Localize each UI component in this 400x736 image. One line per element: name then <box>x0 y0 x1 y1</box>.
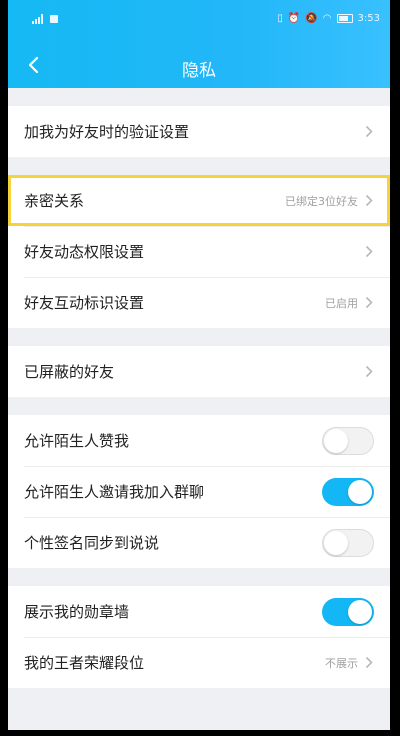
row-value: 已启用 <box>325 296 358 310</box>
status-bar: ▯ ⏰ 🔕 ◠ 3:53 <box>8 12 390 28</box>
row-label: 好友互动标识设置 <box>24 294 145 312</box>
honor-rank-row[interactable]: 我的王者荣耀段位 不展示 <box>8 637 390 688</box>
signal-icon <box>32 14 46 24</box>
verification-settings-row[interactable]: 加我为好友时的验证设置 <box>8 106 390 157</box>
chevron-right-icon <box>364 365 374 379</box>
settings-group-display: 展示我的勋章墙 我的王者荣耀段位 不展示 <box>8 586 390 688</box>
row-label: 已屏蔽的好友 <box>24 363 115 381</box>
stranger-like-toggle[interactable] <box>322 427 374 455</box>
wifi-icon: ◠ <box>322 13 332 24</box>
row-label: 亲密关系 <box>24 192 85 210</box>
row-label: 我的王者荣耀段位 <box>24 654 145 672</box>
page-title: 隐私 <box>182 61 216 81</box>
stranger-invite-toggle[interactable] <box>322 478 374 506</box>
settings-list: 加我为好友时的验证设置 亲密关系 已绑定3位好友 好友动态权限设置 好友互动标识… <box>8 88 390 688</box>
status-right: ▯ ⏰ 🔕 ◠ 3:53 <box>277 13 380 24</box>
nav-bar: 隐私 <box>8 44 390 88</box>
toggle-knob <box>324 429 348 453</box>
feed-permission-row[interactable]: 好友动态权限设置 <box>8 226 390 277</box>
sim-icon <box>50 15 58 23</box>
toggle-knob <box>348 600 372 624</box>
interaction-mark-row[interactable]: 好友互动标识设置 已启用 <box>8 277 390 328</box>
chevron-right-icon <box>364 125 374 139</box>
badge-wall-toggle[interactable] <box>322 598 374 626</box>
stranger-invite-row: 允许陌生人邀请我加入群聊 <box>8 466 390 517</box>
signature-sync-toggle[interactable] <box>322 529 374 557</box>
row-label: 加我为好友时的验证设置 <box>24 123 190 141</box>
toggle-knob <box>324 531 348 555</box>
intimate-relationship-row[interactable]: 亲密关系 已绑定3位好友 <box>8 175 390 226</box>
mute-icon: 🔕 <box>305 13 318 24</box>
status-left <box>32 14 58 24</box>
settings-group-verification: 加我为好友时的验证设置 <box>8 106 390 157</box>
row-value: 不展示 <box>325 656 358 670</box>
alarm-icon: ⏰ <box>287 13 301 24</box>
row-value: 已绑定3位好友 <box>285 194 358 208</box>
toggle-knob <box>348 480 372 504</box>
header-bar: ▯ ⏰ 🔕 ◠ 3:53 隐私 <box>8 0 390 88</box>
chevron-right-icon <box>364 245 374 259</box>
status-time: 3:53 <box>357 13 380 24</box>
vibrate-icon: ▯ <box>277 13 283 24</box>
privacy-screen: ▯ ⏰ 🔕 ◠ 3:53 隐私 加我为好友时的验证设置 亲密关系 已绑定3位好友… <box>8 0 390 730</box>
settings-group-strangers: 允许陌生人赞我 允许陌生人邀请我加入群聊 个性签名同步到说说 <box>8 415 390 568</box>
blocked-friends-row[interactable]: 已屏蔽的好友 <box>8 346 390 397</box>
stranger-like-row: 允许陌生人赞我 <box>8 415 390 466</box>
row-label: 好友动态权限设置 <box>24 243 145 261</box>
chevron-right-icon <box>364 194 374 208</box>
chevron-right-icon <box>364 296 374 310</box>
settings-group-friends: 亲密关系 已绑定3位好友 好友动态权限设置 好友互动标识设置 已启用 <box>8 175 390 328</box>
battery-icon <box>336 14 353 23</box>
settings-group-blocked: 已屏蔽的好友 <box>8 346 390 397</box>
badge-wall-row: 展示我的勋章墙 <box>8 586 390 637</box>
chevron-right-icon <box>364 656 374 670</box>
signature-sync-row: 个性签名同步到说说 <box>8 517 390 568</box>
